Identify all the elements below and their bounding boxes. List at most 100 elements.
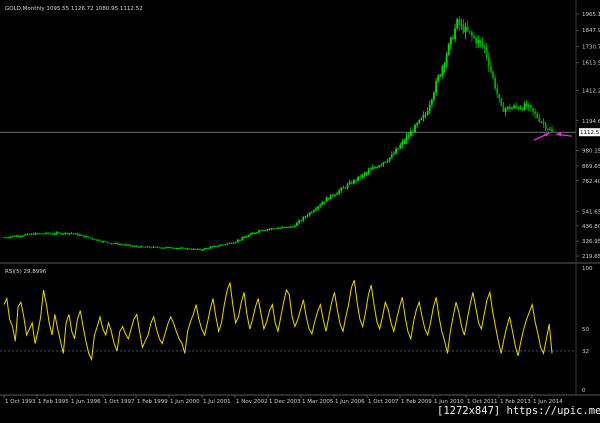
candle-body	[121, 244, 123, 246]
candle-body	[253, 232, 256, 234]
candle-body	[146, 246, 149, 248]
candle-body	[361, 174, 364, 178]
candle-body	[5, 237, 8, 239]
candle-body	[384, 161, 387, 163]
candle-body	[228, 242, 231, 244]
candle-body	[471, 32, 473, 36]
candle-body	[544, 123, 547, 129]
rsi-tick-label: 0	[582, 388, 586, 394]
price-tick-label: 1194.65	[582, 119, 600, 125]
candle-body	[456, 19, 459, 29]
date-tick-label: 1 Feb 1995	[38, 399, 69, 405]
candle-body	[540, 121, 543, 123]
candle-body	[289, 226, 292, 228]
candle-body	[62, 233, 64, 235]
candle-body	[194, 248, 197, 250]
candle-body	[74, 233, 77, 235]
candle-body	[551, 129, 553, 132]
candle-body	[428, 104, 431, 111]
candle-body	[511, 107, 513, 110]
candle-body	[492, 71, 494, 78]
candle-body	[327, 197, 330, 200]
date-tick-label: 1 Jul 2001	[203, 399, 231, 405]
candle-body	[137, 246, 140, 248]
candle-body	[502, 106, 505, 112]
candle-body	[15, 235, 18, 237]
candle-body	[447, 44, 450, 55]
candle-body	[296, 222, 298, 227]
candle-body	[454, 28, 456, 40]
candle-body	[536, 113, 539, 118]
candle-body	[430, 99, 433, 105]
candle-body	[405, 136, 408, 142]
price-tick-label: 541.65	[582, 209, 600, 215]
candle-body	[140, 246, 142, 248]
candle-body	[11, 236, 14, 238]
candle-body	[363, 173, 366, 175]
candle-body	[129, 244, 132, 246]
candle-body	[473, 35, 475, 38]
candle-body	[283, 227, 286, 229]
candle-body	[55, 232, 58, 234]
candle-body	[43, 233, 45, 235]
candle-body	[266, 229, 269, 231]
candle-body	[47, 232, 50, 234]
candle-body	[110, 243, 113, 245]
candle-body	[247, 235, 250, 237]
candle-body	[513, 105, 515, 108]
candle-body	[302, 217, 305, 221]
candle-body	[66, 232, 69, 235]
candle-body	[245, 236, 248, 238]
candle-body	[3, 237, 5, 239]
candle-body	[319, 204, 322, 207]
candle-body	[24, 234, 26, 236]
candle-body	[304, 216, 307, 218]
candle-body	[9, 236, 12, 238]
candle-body	[308, 212, 311, 216]
candle-body	[234, 241, 237, 243]
candle-body	[51, 233, 54, 235]
candle-body	[104, 241, 107, 243]
candle-body	[7, 237, 10, 239]
candle-body	[45, 232, 48, 234]
date-tick-label: 1 Feb 2009	[401, 399, 432, 405]
candle-body	[241, 237, 244, 240]
rsi-pane[interactable]	[0, 264, 600, 395]
candle-body	[298, 220, 300, 223]
candle-body	[433, 92, 435, 100]
candle-body	[485, 47, 488, 58]
candle-body	[26, 233, 29, 235]
price-chart[interactable]: GOLD,Monthly 1095.55 1126.72 1080.95 111…	[0, 0, 600, 419]
candle-body	[374, 167, 376, 169]
candle-body	[243, 237, 246, 239]
candle-body	[180, 247, 182, 249]
candle-body	[28, 233, 31, 235]
trading-terminal: GOLD,Monthly 1095.55 1126.72 1080.95 111…	[0, 0, 600, 419]
candle-body	[424, 114, 427, 116]
candle-body	[17, 235, 20, 237]
candle-body	[323, 201, 326, 203]
candle-body	[306, 215, 309, 217]
candle-body	[403, 141, 406, 143]
candle-body	[525, 103, 528, 107]
candle-body	[481, 42, 484, 47]
price-tick-label: 219.65	[582, 254, 600, 260]
candle-body	[22, 235, 24, 237]
candle-body	[357, 176, 359, 181]
candle-body	[274, 228, 277, 230]
candle-body	[418, 119, 421, 124]
candle-body	[293, 226, 296, 228]
date-tick-label: 1 Jun 2000	[170, 399, 200, 405]
candle-body	[475, 37, 478, 44]
candle-body	[407, 135, 410, 137]
price-tick-label: 326.95	[582, 239, 600, 245]
price-pane[interactable]	[0, 0, 600, 262]
price-tick-label: 1613.55	[582, 61, 600, 67]
candle-body	[87, 236, 90, 238]
candle-body	[108, 242, 111, 244]
candle-body	[350, 182, 353, 184]
candle-body	[416, 123, 419, 125]
date-tick-label: 1 Mar 2005	[302, 399, 334, 405]
candle-body	[334, 194, 336, 196]
current-price-label: 1112.52	[580, 130, 600, 136]
